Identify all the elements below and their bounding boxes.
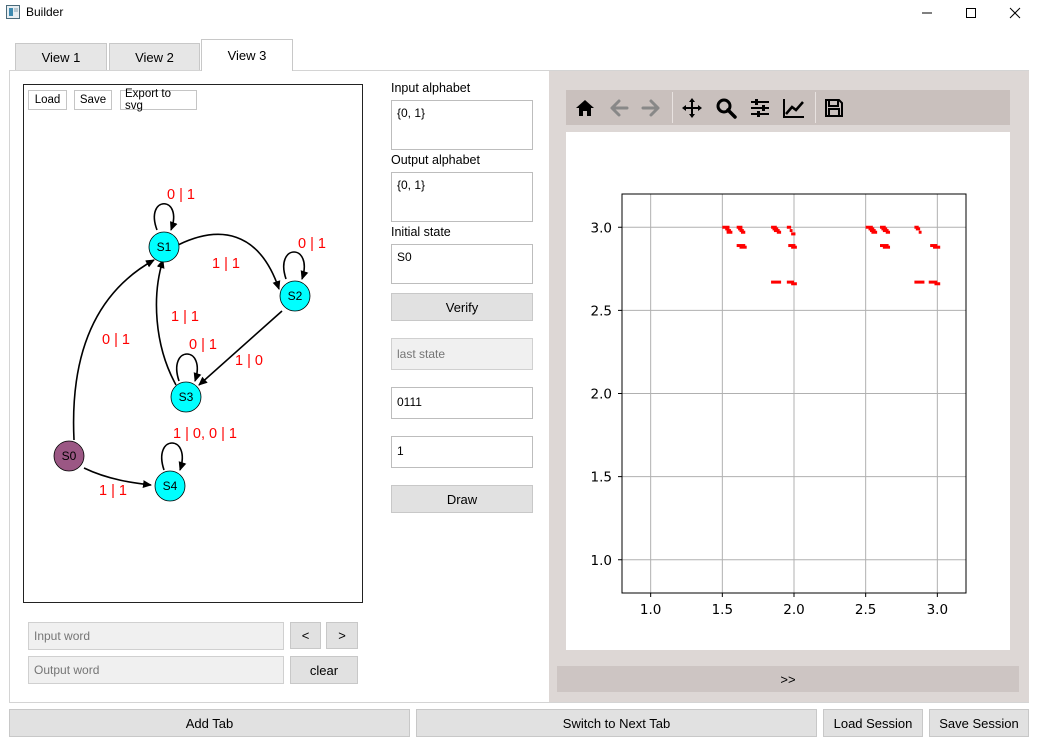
edge-s3-s3 — [176, 353, 202, 382]
input-word-field[interactable] — [28, 622, 284, 650]
forward-icon[interactable] — [636, 93, 666, 123]
edge-label-s0-s1: 0 | 1 — [102, 332, 130, 348]
save-figure-icon[interactable] — [819, 93, 849, 123]
load-graph-button[interactable]: Load — [28, 90, 67, 110]
edge-label-s2-s2: 0 | 1 — [298, 236, 326, 252]
steps-field[interactable]: 1 — [391, 436, 533, 468]
minimize-icon[interactable] — [904, 0, 950, 26]
edit-axis-icon[interactable] — [779, 93, 809, 123]
edge-label-s3-s1: 1 | 1 — [171, 309, 199, 325]
toolbar-separator — [815, 92, 816, 123]
zoom-icon[interactable] — [711, 93, 741, 123]
next-button[interactable]: > — [326, 622, 358, 649]
y-tick-label: 2.5 — [591, 303, 612, 319]
y-tick-label: 1.5 — [591, 470, 612, 486]
export-svg-button[interactable]: Export to svg — [120, 88, 197, 112]
plot-canvas[interactable]: 1.0 1.5 2.0 2.5 3.0 1.0 1.5 2.0 2.5 3.0 — [566, 132, 1010, 650]
x-tick-label: 1.5 — [712, 602, 733, 618]
initial-state-field[interactable]: S0 — [391, 244, 533, 284]
y-tick-label: 1.0 — [591, 553, 612, 569]
close-icon[interactable] — [992, 0, 1037, 26]
input-alphabet-field[interactable]: {0, 1} — [391, 100, 533, 150]
verify-button[interactable]: Verify — [391, 293, 533, 321]
x-tick-label: 2.0 — [783, 602, 804, 618]
maximize-icon[interactable] — [948, 0, 994, 26]
clear-button[interactable]: clear — [290, 656, 358, 684]
initial-state-label: Initial state — [391, 225, 451, 239]
draw-button[interactable]: Draw — [391, 485, 533, 513]
state-graph-canvas: S1 S2 S3 S4 S0 0 | 1 1 | 1 0 | 1 1 | 0 1… — [53, 187, 326, 502]
configure-subplots-icon[interactable] — [745, 93, 775, 123]
edge-label-s2-s3: 1 | 0 — [235, 353, 263, 369]
back-icon[interactable] — [604, 93, 634, 123]
state-label-s0: S0 — [62, 449, 77, 463]
state-label-s1: S1 — [157, 240, 172, 254]
x-tick-label: 2.5 — [855, 602, 876, 618]
load-session-button[interactable]: Load Session — [823, 709, 923, 737]
title-bar: Builder — [0, 0, 1037, 27]
window-title: Builder — [26, 5, 64, 19]
state-label-s4: S4 — [163, 479, 178, 493]
edge-label-s1-s1: 0 | 1 — [167, 187, 195, 203]
edge-label-s4-s4: 1 | 0, 0 | 1 — [173, 426, 237, 442]
save-graph-button[interactable]: Save — [74, 90, 112, 110]
previous-button[interactable]: < — [290, 622, 321, 649]
y-tick-label: 2.0 — [591, 387, 612, 403]
state-label-s3: S3 — [179, 390, 194, 404]
home-icon[interactable] — [570, 93, 600, 123]
app-icon — [6, 5, 20, 19]
sequence-field[interactable]: 0111 — [391, 387, 533, 419]
x-tick-label: 3.0 — [927, 602, 948, 618]
last-state-field[interactable] — [391, 338, 533, 370]
edge-label-s0-s4: 1 | 1 — [99, 483, 127, 499]
tab-view-2[interactable]: View 2 — [109, 43, 200, 70]
switch-tab-button[interactable]: Switch to Next Tab — [416, 709, 817, 737]
tab-view-1[interactable]: View 1 — [15, 43, 107, 70]
edge-label-s1-s2: 1 | 1 — [212, 256, 240, 272]
toolbar-separator — [672, 92, 673, 123]
edge-s1-s1 — [153, 203, 178, 231]
output-alphabet-field[interactable]: {0, 1} — [391, 172, 533, 222]
edge-s0-s1 — [72, 259, 155, 441]
plot-toolbar — [566, 90, 1010, 125]
toggle-panel-button[interactable]: >> — [557, 666, 1019, 692]
state-label-s2: S2 — [288, 289, 303, 303]
save-session-button[interactable]: Save Session — [929, 709, 1029, 737]
edge-s4-s4 — [161, 442, 187, 471]
state-graph-view[interactable]: S1 S2 S3 S4 S0 0 | 1 1 | 1 0 | 1 1 | 0 1… — [23, 84, 363, 603]
pan-icon[interactable] — [677, 93, 707, 123]
output-word-field[interactable] — [28, 656, 284, 684]
output-alphabet-label: Output alphabet — [391, 153, 480, 167]
y-tick-label: 3.0 — [591, 220, 612, 236]
edge-s2-s2 — [283, 251, 309, 280]
x-tick-label: 1.0 — [640, 602, 661, 618]
edge-label-s3-s3: 0 | 1 — [189, 337, 217, 353]
plot-svg: 1.0 1.5 2.0 2.5 3.0 1.0 1.5 2.0 2.5 3.0 — [591, 193, 967, 618]
tab-view-3[interactable]: View 3 — [201, 39, 293, 71]
input-alphabet-label: Input alphabet — [391, 81, 471, 95]
add-tab-button[interactable]: Add Tab — [9, 709, 410, 737]
